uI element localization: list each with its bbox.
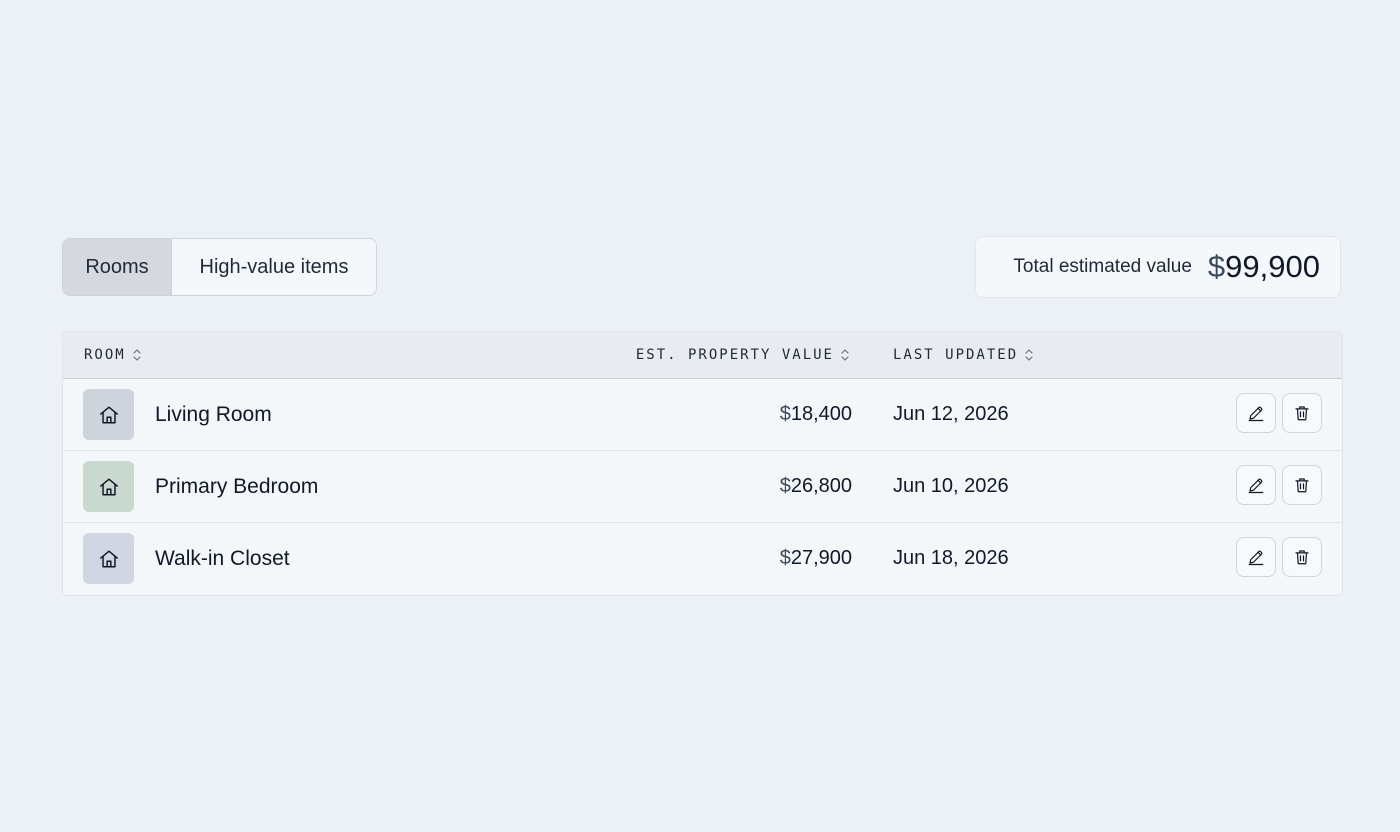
column-header-room-label: ROOM	[84, 347, 126, 363]
room-value-currency: $	[779, 547, 791, 569]
home-icon	[99, 477, 118, 496]
column-header-updated-label: LAST UPDATED	[893, 347, 1019, 363]
room-last-updated: Jun 18, 2026	[893, 547, 1009, 569]
room-avatar	[83, 389, 134, 440]
room-value-amount: 27,900	[790, 547, 852, 569]
toolbar: Rooms High-value items Total estimated v…	[62, 236, 1341, 300]
delete-button[interactable]	[1282, 537, 1322, 577]
total-value-amount: $99,900	[1208, 249, 1320, 285]
edit-button[interactable]	[1236, 537, 1276, 577]
total-value-card: Total estimated value $99,900	[975, 236, 1341, 298]
room-value: $26,800	[780, 451, 852, 522]
sort-icon	[132, 347, 142, 363]
sort-icon	[840, 347, 850, 363]
table-header: ROOM EST. PROPERTY VALUE LAST UPDATED	[63, 332, 1342, 379]
row-actions	[1236, 393, 1322, 433]
room-value-currency: $	[779, 403, 791, 425]
room-name: Primary Bedroom	[155, 474, 319, 498]
table-row[interactable]: Living Room $18,400 Jun 12, 2026	[63, 379, 1342, 451]
edit-button[interactable]	[1236, 393, 1276, 433]
table-row[interactable]: Walk-in Closet $27,900 Jun 18, 2026	[63, 523, 1342, 595]
total-value-label: Total estimated value	[1013, 256, 1192, 277]
room-value: $27,900	[780, 523, 852, 594]
column-header-room[interactable]: ROOM	[84, 332, 142, 378]
delete-button[interactable]	[1282, 393, 1322, 433]
rooms-table: ROOM EST. PROPERTY VALUE LAST UPDATED Li…	[62, 331, 1343, 596]
room-value: $18,400	[780, 379, 852, 450]
edit-icon	[1248, 550, 1264, 566]
room-avatar	[83, 533, 134, 584]
room-last-updated: Jun 10, 2026	[893, 475, 1009, 497]
room-avatar	[83, 461, 134, 512]
room-name: Living Room	[155, 402, 272, 426]
edit-button[interactable]	[1236, 465, 1276, 505]
tab-high-value-items[interactable]: High-value items	[172, 239, 376, 295]
edit-icon	[1248, 478, 1264, 494]
view-toggle: Rooms High-value items	[62, 238, 377, 296]
row-actions	[1236, 537, 1322, 577]
column-header-updated[interactable]: LAST UPDATED	[893, 332, 1034, 378]
room-name: Walk-in Closet	[155, 546, 290, 570]
room-last-updated: Jun 12, 2026	[893, 403, 1009, 425]
delete-button[interactable]	[1282, 465, 1322, 505]
trash-icon	[1295, 478, 1309, 493]
row-actions	[1236, 465, 1322, 505]
home-icon	[99, 405, 118, 424]
table-row[interactable]: Primary Bedroom $26,800 Jun 10, 2026	[63, 451, 1342, 523]
column-header-value-label: EST. PROPERTY VALUE	[635, 347, 834, 363]
sort-icon	[1024, 347, 1034, 363]
total-amount: 99,900	[1225, 249, 1320, 284]
room-value-amount: 26,800	[790, 475, 852, 497]
home-icon	[99, 549, 118, 568]
trash-icon	[1295, 550, 1309, 565]
room-value-currency: $	[779, 475, 791, 497]
total-currency: $	[1207, 249, 1226, 284]
edit-icon	[1248, 406, 1264, 422]
column-header-value[interactable]: EST. PROPERTY VALUE	[636, 332, 850, 378]
room-value-amount: 18,400	[790, 403, 852, 425]
tab-rooms[interactable]: Rooms	[63, 239, 172, 295]
trash-icon	[1295, 406, 1309, 421]
